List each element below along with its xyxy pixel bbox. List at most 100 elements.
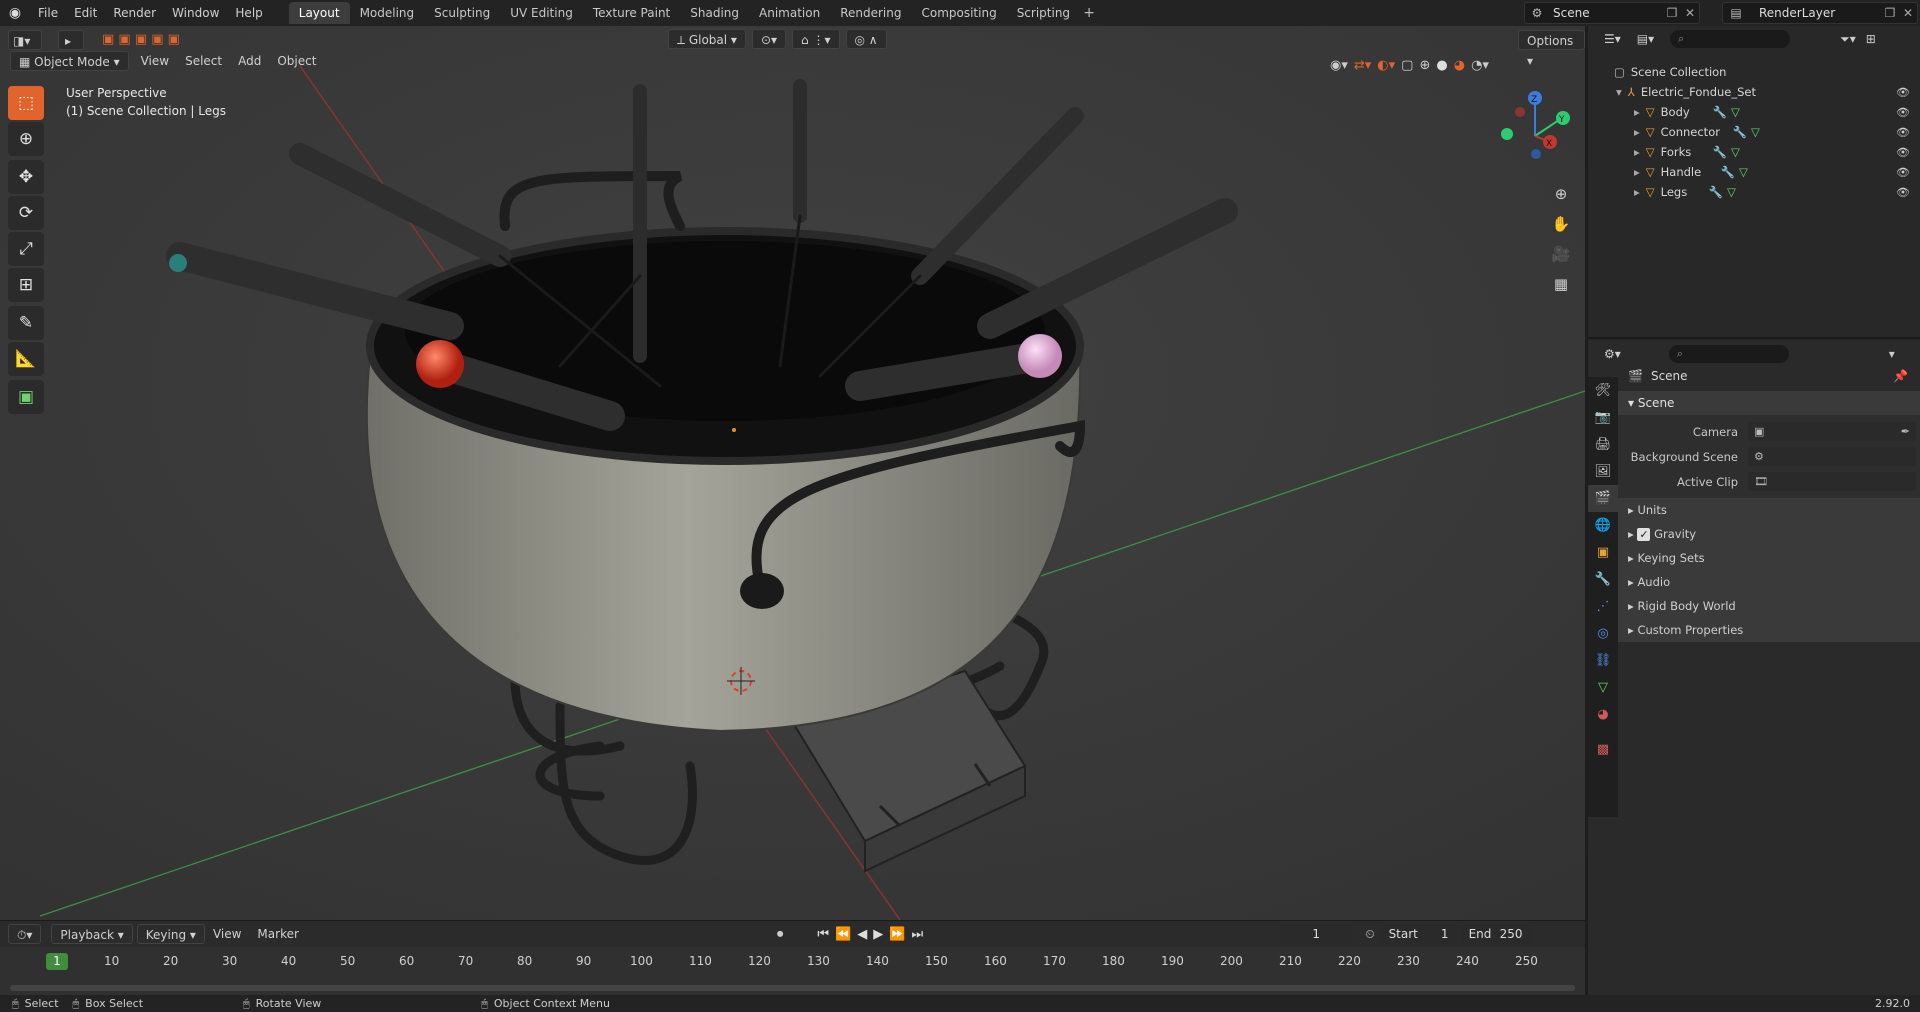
display-mode-icon[interactable]: ▤▾ — [1629, 29, 1662, 49]
select-tool-icon[interactable]: ▸ — [58, 30, 84, 50]
material-shading-icon[interactable]: ◕ — [1454, 58, 1465, 73]
modifier-wrench-icon[interactable]: 🔧 — [1713, 105, 1727, 119]
rigid-body-world-panel[interactable]: ▸ Rigid Body World — [1618, 594, 1920, 618]
camera-field[interactable]: ▣ ✒ — [1748, 422, 1916, 441]
scene-tab-icon[interactable]: 🎬 — [1588, 485, 1618, 512]
add-cube-tool-icon[interactable]: ▣ — [8, 380, 44, 414]
menu-render[interactable]: Render — [105, 0, 164, 26]
world-tab-icon[interactable]: 🌐 — [1588, 512, 1618, 539]
pan-hand-icon[interactable]: ✋ — [1547, 210, 1575, 238]
transform-tool-icon[interactable]: ⊞ — [8, 268, 44, 302]
tab-animation[interactable]: Animation — [749, 2, 830, 24]
tab-modeling[interactable]: Modeling — [350, 2, 425, 24]
view-layer-selector[interactable]: ▤ RenderLayer ❐ ✕ — [1722, 2, 1918, 24]
expand-down-icon[interactable]: ▾ — [1616, 85, 1622, 99]
physics-tab-icon[interactable]: ◎ — [1588, 620, 1618, 647]
overlay-toggle-icon[interactable]: ◐▾ — [1377, 58, 1395, 73]
outliner-row-body[interactable]: ▸ ▽ Body 🔧 ▽ 👁 — [1588, 102, 1920, 122]
visibility-eye-icon[interactable]: 👁 — [1896, 126, 1910, 139]
add-workspace-icon[interactable]: + — [1080, 3, 1098, 23]
pin-icon[interactable]: 📌 — [1893, 369, 1908, 383]
record-icon[interactable]: ⏺ — [777, 927, 784, 942]
mode-dropdown[interactable]: ▦ Object Mode ▾ — [10, 51, 129, 71]
wireframe-shading-icon[interactable]: ⊕ — [1419, 58, 1430, 73]
scene-name[interactable]: Scene — [1549, 6, 1663, 20]
xray-icon[interactable]: ▢ — [1401, 58, 1413, 73]
playhead[interactable]: 1 — [46, 953, 68, 970]
mesh-data-icon[interactable]: ▽ — [1751, 125, 1760, 139]
custom-properties-panel[interactable]: ▸ Custom Properties — [1618, 618, 1920, 642]
expand-right-icon[interactable]: ▸ — [1634, 185, 1640, 199]
properties-editor-icon[interactable]: ⚙▾ — [1596, 344, 1629, 364]
scene-selector[interactable]: ⚙ Scene ❐ ✕ — [1524, 2, 1700, 24]
blender-logo-icon[interactable]: ◉ — [0, 0, 30, 26]
menu-help[interactable]: Help — [227, 0, 270, 26]
tab-uv-editing[interactable]: UV Editing — [500, 2, 583, 24]
object-tab-icon[interactable]: ▣ — [1588, 539, 1618, 566]
keying-menu[interactable]: Keying ▾ — [136, 924, 205, 944]
outliner-row-scene-collection[interactable]: ▢ Scene Collection — [1588, 62, 1920, 82]
output-tab-icon[interactable]: 🖨 — [1588, 431, 1618, 458]
annotate-tool-icon[interactable]: ✎ — [8, 306, 44, 340]
outliner-row-forks[interactable]: ▸ ▽ Forks 🔧 ▽ 👁 — [1588, 142, 1920, 162]
gravity-checkbox[interactable]: ✓ — [1637, 528, 1651, 541]
outliner-row-connector[interactable]: ▸ ▽ Connector 🔧 ▽ 👁 — [1588, 122, 1920, 142]
expand-right-icon[interactable]: ▸ — [1634, 125, 1640, 139]
menu-object[interactable]: Object — [269, 51, 324, 71]
outliner-row-handle[interactable]: ▸ ▽ Handle 🔧 ▽ 👁 — [1588, 162, 1920, 182]
modifier-wrench-icon[interactable]: 🔧 — [1713, 145, 1727, 159]
texture-tab-icon[interactable]: ▩ — [1588, 736, 1618, 763]
gravity-panel[interactable]: ▸ ✓ Gravity — [1618, 522, 1920, 546]
mesh-data-icon[interactable]: ▽ — [1739, 165, 1748, 179]
select-mode-icons[interactable]: ▣ ▣ ▣ ▣ ▣ — [94, 30, 188, 50]
expand-right-icon[interactable]: ▸ — [1634, 145, 1640, 159]
particles-tab-icon[interactable]: ⋰ — [1588, 593, 1618, 620]
expand-right-icon[interactable]: ▸ — [1634, 165, 1640, 179]
menu-edit[interactable]: Edit — [66, 0, 105, 26]
visibility-eye-icon[interactable]: 👁 — [1896, 166, 1910, 179]
active-clip-field[interactable]: 🎞 — [1748, 472, 1916, 491]
material-tab-icon[interactable]: ◕ — [1588, 701, 1618, 728]
modifier-tab-icon[interactable]: 🔧 — [1588, 566, 1618, 593]
outliner-search-input[interactable]: ⌕ — [1670, 30, 1791, 48]
close-icon[interactable]: ✕ — [1899, 6, 1917, 20]
units-panel[interactable]: ▸ Units — [1618, 498, 1920, 522]
scale-tool-icon[interactable]: ⤢ — [8, 232, 44, 266]
constraints-tab-icon[interactable]: ⛓ — [1588, 647, 1618, 674]
menu-file[interactable]: File — [30, 0, 66, 26]
tab-scripting[interactable]: Scripting — [1007, 2, 1080, 24]
playback-controls[interactable]: ⏮⏪◀▶⏩⏭ — [817, 927, 929, 942]
current-frame-field[interactable]: 1 — [1279, 924, 1354, 944]
menu-window[interactable]: Window — [164, 0, 227, 26]
clock-icon[interactable]: ⏲ — [1365, 927, 1374, 942]
select-box-tool-icon[interactable]: ⬚ — [8, 86, 44, 120]
visibility-eye-icon[interactable]: 👁 — [1896, 106, 1910, 119]
expand-right-icon[interactable]: ▸ — [1634, 105, 1640, 119]
close-icon[interactable]: ✕ — [1681, 6, 1699, 20]
solid-shading-icon[interactable]: ● — [1436, 58, 1447, 73]
proportional-edit-icon[interactable]: ◎ ∧ — [845, 29, 887, 49]
editor-type-icon[interactable]: ◨▾ — [8, 30, 42, 50]
rendered-shading-icon[interactable]: ◔▾ — [1471, 58, 1489, 73]
timeline-view-menu[interactable]: View — [205, 924, 249, 944]
new-collection-icon[interactable]: ⊞ — [1866, 32, 1876, 46]
view-layer-name[interactable]: RenderLayer — [1749, 6, 1881, 20]
visibility-eye-icon[interactable]: 👁 — [1896, 186, 1910, 199]
tab-compositing[interactable]: Compositing — [911, 2, 1006, 24]
tab-rendering[interactable]: Rendering — [830, 2, 911, 24]
menu-add[interactable]: Add — [230, 51, 269, 71]
modifier-wrench-icon[interactable]: 🔧 — [1733, 125, 1747, 139]
mesh-data-icon[interactable]: ▽ — [1731, 145, 1740, 159]
eyedropper-icon[interactable]: ✒ — [1901, 425, 1910, 438]
copy-icon[interactable]: ❐ — [1881, 6, 1899, 20]
filter-icon[interactable]: ⏷▾ — [1840, 32, 1856, 47]
cursor-tool-icon[interactable]: ⊕ — [8, 122, 44, 156]
timeline-scrollbar[interactable] — [10, 985, 1575, 991]
transform-orientation-dropdown[interactable]: ⟂ Global ▾ — [668, 29, 746, 49]
mesh-data-icon[interactable]: ▽ — [1727, 185, 1736, 199]
dropdown-chevron-icon[interactable]: ▾ — [1889, 347, 1895, 361]
timeline-editor-icon[interactable]: ⏱▾ — [8, 924, 42, 944]
modifier-wrench-icon[interactable]: 🔧 — [1721, 165, 1735, 179]
camera-view-icon[interactable]: 🎥 — [1547, 240, 1575, 268]
end-frame-field[interactable]: End 250 — [1460, 924, 1531, 944]
